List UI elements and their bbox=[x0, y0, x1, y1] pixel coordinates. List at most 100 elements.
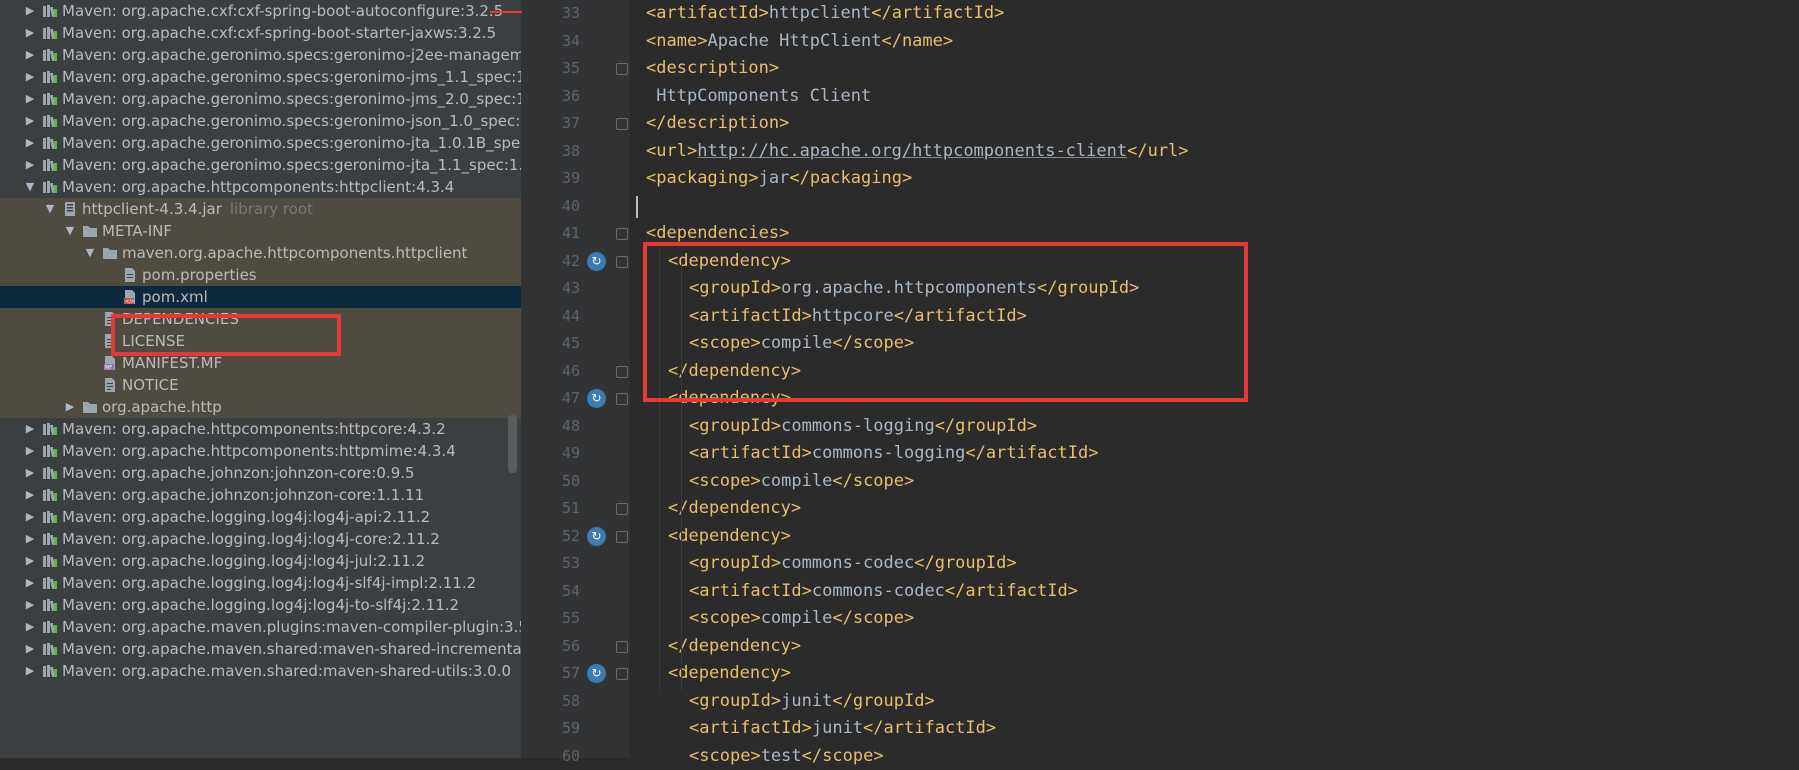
xml-tag-name: scope bbox=[699, 471, 750, 491]
code-line[interactable]: <groupId>commons-codec</groupId> bbox=[689, 550, 1017, 578]
expand-arrow-icon[interactable]: ▶ bbox=[23, 484, 37, 506]
xml-bracket: > bbox=[1027, 416, 1037, 436]
expand-arrow-icon[interactable]: ▶ bbox=[23, 462, 37, 484]
tree-row[interactable]: ▼META-INF bbox=[0, 220, 521, 242]
code-line[interactable]: </dependency> bbox=[668, 633, 801, 661]
expand-arrow-icon[interactable]: ▶ bbox=[23, 528, 37, 550]
tree-row[interactable]: ▶Maven: org.apache.logging.log4j:log4j-t… bbox=[0, 594, 521, 616]
tree-row[interactable]: ▼Maven: org.apache.httpcomponents:httpcl… bbox=[0, 176, 521, 198]
expand-arrow-icon[interactable]: ▶ bbox=[23, 44, 37, 66]
code-line[interactable]: </description> bbox=[646, 110, 789, 138]
collapse-arrow-icon[interactable]: ▼ bbox=[63, 220, 77, 242]
tree-row[interactable]: ▶Maven: org.apache.maven.plugins:maven-c… bbox=[0, 616, 521, 638]
expand-arrow-icon[interactable]: ▶ bbox=[23, 660, 37, 682]
maven-dependency-gutter-icon[interactable]: ↻ bbox=[587, 252, 606, 271]
code-line[interactable]: <packaging>jar</packaging> bbox=[646, 165, 912, 193]
tree-row[interactable]: ▶Maven: org.apache.maven.shared:maven-sh… bbox=[0, 638, 521, 660]
code-line[interactable]: <groupId>commons-logging</groupId> bbox=[689, 413, 1037, 441]
tree-row[interactable]: ▶Maven: org.apache.maven.shared:maven-sh… bbox=[0, 660, 521, 682]
expand-arrow-icon[interactable]: ▶ bbox=[23, 550, 37, 572]
maven-dependency-gutter-icon[interactable]: ↻ bbox=[587, 389, 606, 408]
code-line[interactable]: <scope>compile</scope> bbox=[689, 468, 914, 496]
fold-marker-icon[interactable] bbox=[616, 393, 628, 405]
tree-row[interactable]: ▶Maven: org.apache.cxf:cxf-spring-boot-a… bbox=[0, 0, 521, 22]
tree-row[interactable]: pom.properties bbox=[0, 264, 521, 286]
tree-row[interactable]: ▶Maven: org.apache.geronimo.specs:geroni… bbox=[0, 110, 521, 132]
tree-row[interactable]: ▶org.apache.http bbox=[0, 396, 521, 418]
xml-bracket: > bbox=[687, 141, 697, 161]
expand-arrow-icon[interactable]: ▶ bbox=[23, 66, 37, 88]
collapse-arrow-icon[interactable]: ▼ bbox=[23, 176, 37, 198]
tree-row[interactable]: ▶Maven: org.apache.logging.log4j:log4j-j… bbox=[0, 550, 521, 572]
fold-marker-icon[interactable] bbox=[616, 503, 628, 515]
collapse-arrow-icon[interactable]: ▼ bbox=[83, 242, 97, 264]
url-link[interactable]: http://hc.apache.org/httpcomponents-clie… bbox=[697, 141, 1127, 161]
maven-dependency-gutter-icon[interactable]: ↻ bbox=[587, 527, 606, 546]
svg-text:MF: MF bbox=[105, 365, 112, 371]
xml-tag-name: groupId bbox=[853, 691, 925, 711]
xml-bracket: > bbox=[771, 691, 781, 711]
code-line[interactable]: <scope>test</scope> bbox=[689, 743, 884, 770]
expand-arrow-icon[interactable]: ▶ bbox=[23, 0, 37, 22]
code-line[interactable]: <description> bbox=[646, 55, 779, 83]
code-line[interactable]: <dependency> bbox=[668, 660, 791, 688]
tree-row[interactable]: ▼httpclient-4.3.4.jarlibrary root bbox=[0, 198, 521, 220]
fold-marker-icon[interactable] bbox=[616, 228, 628, 240]
expand-arrow-icon[interactable]: ▶ bbox=[23, 110, 37, 132]
annotation-box-pom-xml bbox=[111, 314, 341, 356]
expand-arrow-icon[interactable]: ▶ bbox=[23, 132, 37, 154]
tree-row[interactable]: ▶Maven: org.apache.johnzon:johnzon-core:… bbox=[0, 484, 521, 506]
tree-row[interactable]: ▶Maven: org.apache.geronimo.specs:geroni… bbox=[0, 88, 521, 110]
code-line[interactable]: <artifactId>commons-codec</artifactId> bbox=[689, 578, 1078, 606]
collapse-arrow-icon[interactable]: ▼ bbox=[43, 198, 57, 220]
tree-row[interactable]: ▶Maven: org.apache.geronimo.specs:geroni… bbox=[0, 66, 521, 88]
code-line[interactable]: <scope>compile</scope> bbox=[689, 605, 914, 633]
code-line[interactable]: <dependency> bbox=[668, 523, 791, 551]
expand-arrow-icon[interactable]: ▶ bbox=[23, 88, 37, 110]
fold-marker-icon[interactable] bbox=[616, 63, 628, 75]
line-number: 55 bbox=[521, 605, 580, 633]
expand-arrow-icon[interactable]: ▶ bbox=[23, 572, 37, 594]
code-line[interactable]: HttpComponents Client bbox=[646, 83, 871, 111]
expand-arrow-icon[interactable]: ▶ bbox=[23, 616, 37, 638]
fold-marker-icon[interactable] bbox=[616, 531, 628, 543]
code-line[interactable]: <artifactId>httpclient</artifactId> bbox=[646, 0, 1004, 28]
code-line[interactable]: <groupId>junit</groupId> bbox=[689, 688, 935, 716]
expand-arrow-icon[interactable]: ▶ bbox=[23, 440, 37, 462]
code-line[interactable]: <artifactId>junit</artifactId> bbox=[689, 715, 996, 743]
tree-row[interactable]: ▼maven.org.apache.httpcomponents.httpcli… bbox=[0, 242, 521, 264]
code-line[interactable]: </dependency> bbox=[668, 495, 801, 523]
tree-row[interactable]: NOTICE bbox=[0, 374, 521, 396]
xml-bracket: > bbox=[904, 471, 914, 491]
tree-row[interactable]: ▶Maven: org.apache.geronimo.specs:geroni… bbox=[0, 44, 521, 66]
tree-row[interactable]: ▶Maven: org.apache.logging.log4j:log4j-a… bbox=[0, 506, 521, 528]
fold-marker-icon[interactable] bbox=[616, 118, 628, 130]
tree-row-selected[interactable]: </>pom.xml bbox=[0, 286, 521, 308]
project-tree-panel[interactable]: ▶Maven: org.apache.cxf:cxf-spring-boot-a… bbox=[0, 0, 521, 758]
tree-row[interactable]: ▶Maven: org.apache.johnzon:johnzon-core:… bbox=[0, 462, 521, 484]
expand-arrow-icon[interactable]: ▶ bbox=[23, 594, 37, 616]
expand-arrow-icon[interactable]: ▶ bbox=[23, 506, 37, 528]
maven-dependency-gutter-icon[interactable]: ↻ bbox=[587, 664, 606, 683]
expand-arrow-icon[interactable]: ▶ bbox=[23, 154, 37, 176]
tree-row[interactable]: ▶Maven: org.apache.cxf:cxf-spring-boot-s… bbox=[0, 22, 521, 44]
fold-marker-icon[interactable] bbox=[616, 256, 628, 268]
tree-row[interactable]: ▶Maven: org.apache.logging.log4j:log4j-c… bbox=[0, 528, 521, 550]
tree-row[interactable]: ▶Maven: org.apache.httpcomponents:httpmi… bbox=[0, 440, 521, 462]
expand-arrow-icon[interactable]: ▶ bbox=[63, 396, 77, 418]
tree-row[interactable]: ▶Maven: org.apache.geronimo.specs:geroni… bbox=[0, 154, 521, 176]
fold-marker-icon[interactable] bbox=[616, 668, 628, 680]
expand-arrow-icon[interactable]: ▶ bbox=[23, 418, 37, 440]
code-line[interactable]: <name>Apache HttpClient</name> bbox=[646, 28, 953, 56]
expand-arrow-icon[interactable]: ▶ bbox=[23, 22, 37, 44]
code-line[interactable]: <artifactId>commons-logging</artifactId> bbox=[689, 440, 1098, 468]
tree-row[interactable]: ▶Maven: org.apache.logging.log4j:log4j-s… bbox=[0, 572, 521, 594]
expand-arrow-icon[interactable]: ▶ bbox=[23, 638, 37, 660]
xml-tag-name: name bbox=[902, 31, 943, 51]
tree-scrollbar[interactable] bbox=[508, 415, 517, 473]
fold-marker-icon[interactable] bbox=[616, 366, 628, 378]
fold-marker-icon[interactable] bbox=[616, 641, 628, 653]
tree-row[interactable]: ▶Maven: org.apache.httpcomponents:httpco… bbox=[0, 418, 521, 440]
code-line[interactable]: <url>http://hc.apache.org/httpcomponents… bbox=[646, 138, 1189, 166]
tree-row[interactable]: ▶Maven: org.apache.geronimo.specs:geroni… bbox=[0, 132, 521, 154]
